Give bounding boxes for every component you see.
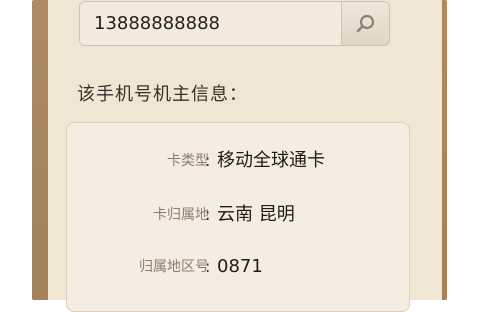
info-row-location: 卡归属地 : 云南 昆明 — [67, 200, 411, 230]
info-label: 归属地区号 — [139, 259, 209, 275]
info-label: 卡类型 — [167, 153, 209, 169]
phone-number-input[interactable]: 13888888888 — [79, 1, 341, 46]
label-colon: : — [205, 257, 211, 276]
label-colon: : — [205, 151, 211, 170]
info-row-card-type: 卡类型 : 移动全球通卡 — [67, 146, 411, 176]
search-icon — [356, 14, 374, 32]
owner-info-heading: 该手机号机主信息： — [77, 84, 248, 105]
info-value: 移动全球通卡 — [217, 150, 325, 171]
phone-search-bar: 13888888888 — [79, 1, 390, 46]
label-colon: : — [205, 205, 211, 224]
info-value: 云南 昆明 — [217, 204, 295, 225]
info-row-area-code: 归属地区号 : 0871 — [67, 252, 411, 282]
info-value: 0871 — [217, 256, 263, 277]
info-label: 卡归属地 — [153, 207, 209, 223]
search-button[interactable] — [341, 1, 390, 46]
owner-info-card: 卡类型 : 移动全球通卡 卡归属地 : 云南 昆明 归属地区号 : 0871 — [66, 122, 410, 312]
